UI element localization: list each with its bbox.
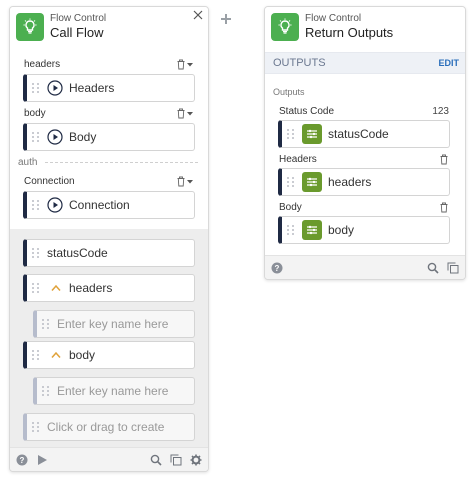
trash-icon[interactable] <box>176 108 186 119</box>
auth-divider: auth <box>18 157 198 168</box>
help-icon[interactable]: ? <box>271 262 283 274</box>
play-circle-icon <box>47 80 63 96</box>
drag-handle-icon[interactable] <box>32 348 42 362</box>
call-flow-card: Flow Control Call Flow headers Headers b… <box>9 6 209 472</box>
body-field-label: Body <box>279 202 449 213</box>
chevron-up-icon[interactable] <box>51 284 61 292</box>
play-circle-icon <box>47 197 63 213</box>
call-flow-header: Flow Control Call Flow <box>10 7 208 47</box>
body-output-label: body <box>69 348 96 362</box>
return-outputs-title: Return Outputs <box>305 25 394 40</box>
body-label: body <box>24 108 46 119</box>
status-code-mapping[interactable]: statusCode <box>278 120 450 148</box>
headers-key-input[interactable]: Enter key name here <box>33 310 195 338</box>
call-flow-title: Call Flow <box>50 25 104 40</box>
search-icon[interactable] <box>150 454 162 466</box>
body-value: Body <box>69 130 97 144</box>
outputs-bar-label: OUTPUTS <box>273 57 326 69</box>
drag-handle-icon[interactable] <box>32 281 42 295</box>
body-key-placeholder: Enter key name here <box>57 384 169 398</box>
drag-handle-icon[interactable] <box>42 384 52 398</box>
chevron-down-icon[interactable] <box>186 111 194 117</box>
drag-handle-icon[interactable] <box>32 198 42 212</box>
body-mapping[interactable]: body <box>278 216 450 244</box>
body-field-text: Body <box>279 202 302 213</box>
plus-icon[interactable] <box>220 13 232 25</box>
headers-field-label: Headers <box>279 154 449 165</box>
connection-section-label: Connection <box>24 176 194 187</box>
drag-handle-icon[interactable] <box>287 223 297 237</box>
headers-output-label: headers <box>69 281 113 295</box>
svg-text:?: ? <box>275 264 280 273</box>
body-output[interactable]: body <box>23 341 195 369</box>
drag-handle-icon[interactable] <box>32 246 42 260</box>
call-flow-subtitle: Flow Control <box>50 13 107 24</box>
play-circle-icon <box>47 129 63 145</box>
create-placeholder: Click or drag to create <box>47 420 165 434</box>
body-mapping-value: body <box>328 223 355 237</box>
lightbulb-icon <box>271 13 299 41</box>
headers-label: headers <box>24 59 61 70</box>
drag-handle-icon[interactable] <box>42 317 52 331</box>
copy-icon[interactable] <box>170 454 182 466</box>
return-outputs-card: Flow Control Return Outputs OUTPUTS EDIT… <box>264 6 466 280</box>
call-flow-outputs-zone: statusCode headers Enter key name here b… <box>10 229 208 451</box>
search-icon[interactable] <box>427 262 439 274</box>
edit-link[interactable]: EDIT <box>438 58 459 68</box>
headers-mapping-value: headers <box>328 175 372 189</box>
headers-key-placeholder: Enter key name here <box>57 317 169 331</box>
trash-icon[interactable] <box>439 202 449 213</box>
chevron-down-icon[interactable] <box>186 179 194 185</box>
drag-handle-icon[interactable] <box>32 81 42 95</box>
return-outputs-header: Flow Control Return Outputs <box>265 7 465 47</box>
mapping-icon <box>302 220 322 240</box>
headers-value: Headers <box>69 81 115 95</box>
status-code-output-label: statusCode <box>47 246 108 260</box>
mapping-icon <box>302 124 322 144</box>
call-flow-footer: ? <box>10 447 208 471</box>
play-icon[interactable] <box>36 454 48 466</box>
auth-label: auth <box>18 157 38 168</box>
mapping-icon <box>302 172 322 192</box>
body-key-input[interactable]: Enter key name here <box>33 377 195 405</box>
drag-handle-icon[interactable] <box>287 175 297 189</box>
status-code-mapping-value: statusCode <box>328 127 389 141</box>
create-output-input[interactable]: Click or drag to create <box>23 413 195 441</box>
outputs-label: Outputs <box>273 87 305 97</box>
gear-icon[interactable] <box>190 454 202 466</box>
headers-input[interactable]: Headers <box>23 74 195 102</box>
lightbulb-icon <box>16 13 44 41</box>
svg-text:?: ? <box>20 456 25 465</box>
body-section-label: body <box>24 108 194 119</box>
drag-handle-icon[interactable] <box>287 127 297 141</box>
connection-value: Connection <box>69 198 130 212</box>
headers-mapping[interactable]: headers <box>278 168 450 196</box>
return-outputs-subtitle: Flow Control <box>305 13 362 24</box>
status-code-label: Status Code <box>279 106 335 117</box>
headers-field-text: Headers <box>279 154 317 165</box>
help-icon[interactable]: ? <box>16 454 28 466</box>
trash-icon[interactable] <box>176 59 186 70</box>
body-input[interactable]: Body <box>23 123 195 151</box>
drag-handle-icon[interactable] <box>32 420 42 434</box>
connection-input[interactable]: Connection <box>23 191 195 219</box>
drag-handle-icon[interactable] <box>32 130 42 144</box>
number-type-badge: 123 <box>432 106 449 117</box>
chevron-down-icon[interactable] <box>186 62 194 68</box>
outputs-bar: OUTPUTS EDIT <box>265 52 465 74</box>
trash-icon[interactable] <box>176 176 186 187</box>
trash-icon[interactable] <box>439 154 449 165</box>
headers-output[interactable]: headers <box>23 274 195 302</box>
close-icon[interactable] <box>192 9 204 21</box>
copy-icon[interactable] <box>447 262 459 274</box>
return-outputs-footer: ? <box>265 255 465 279</box>
status-code-output[interactable]: statusCode <box>23 239 195 267</box>
chevron-up-icon[interactable] <box>51 351 61 359</box>
connection-label: Connection <box>24 176 75 187</box>
headers-section-label: headers <box>24 59 194 70</box>
status-code-field-label: Status Code 123 <box>279 106 449 117</box>
